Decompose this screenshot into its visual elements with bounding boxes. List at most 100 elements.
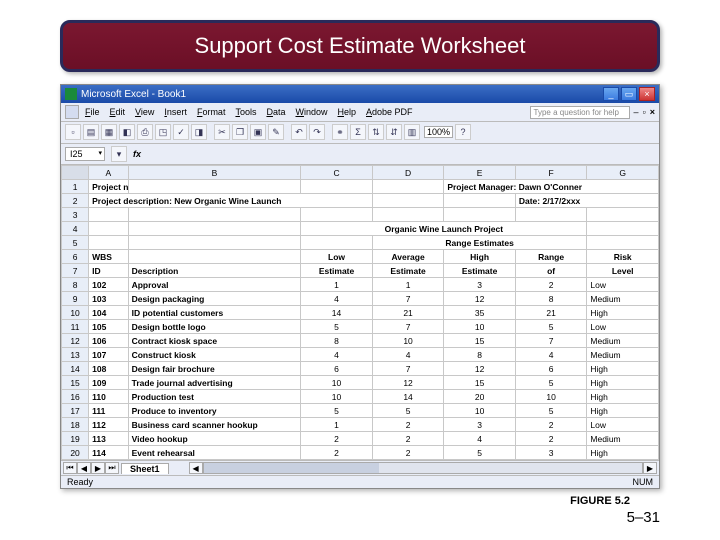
cell[interactable]: 104 xyxy=(89,306,128,320)
cell[interactable]: ID potential customers xyxy=(128,306,301,320)
cell[interactable]: 12 xyxy=(444,362,516,376)
cell[interactable]: 2 xyxy=(372,432,444,446)
help-input[interactable]: Type a question for help xyxy=(530,106,630,119)
cell[interactable]: Low xyxy=(587,418,659,432)
row-header[interactable]: 14 xyxy=(62,362,89,376)
cell[interactable]: High xyxy=(444,250,516,264)
cell[interactable]: 7 xyxy=(515,334,587,348)
permission-icon[interactable]: ◧ xyxy=(119,124,135,140)
sheet-tab[interactable]: Sheet1 xyxy=(121,463,169,474)
menu-adobe-pdf[interactable]: Adobe PDF xyxy=(361,106,418,118)
cell[interactable]: Produce to inventory xyxy=(128,404,301,418)
cell[interactable]: 103 xyxy=(89,292,128,306)
menu-help[interactable]: Help xyxy=(333,106,362,118)
cell[interactable]: 4 xyxy=(301,292,373,306)
cell[interactable]: 5 xyxy=(515,404,587,418)
cell[interactable]: Range xyxy=(515,250,587,264)
cell[interactable]: 2 xyxy=(515,278,587,292)
cell[interactable]: 2 xyxy=(301,432,373,446)
col-header-F[interactable]: F xyxy=(515,166,587,180)
cell[interactable]: High xyxy=(587,390,659,404)
row-header[interactable]: 8 xyxy=(62,278,89,292)
cell[interactable]: 106 xyxy=(89,334,128,348)
cell[interactable]: 3 xyxy=(515,446,587,460)
cell[interactable]: 3 xyxy=(444,278,516,292)
cell[interactable] xyxy=(128,222,301,236)
menu-window[interactable]: Window xyxy=(290,106,332,118)
cell[interactable]: Low xyxy=(301,250,373,264)
cell[interactable] xyxy=(587,208,659,222)
scroll-right-icon[interactable]: ▶ xyxy=(643,462,657,474)
row-header[interactable]: 6 xyxy=(62,250,89,264)
tab-nav-first-icon[interactable]: ⏮ xyxy=(63,462,77,474)
cell[interactable]: 20 xyxy=(444,390,516,404)
row-header[interactable]: 10 xyxy=(62,306,89,320)
cell[interactable]: 14 xyxy=(372,390,444,404)
cell[interactable]: Business card scanner hookup xyxy=(128,418,301,432)
cell[interactable] xyxy=(89,208,128,222)
cell[interactable]: Trade journal advertising xyxy=(128,376,301,390)
menu-format[interactable]: Format xyxy=(192,106,231,118)
tab-nav-last-icon[interactable]: ⏭ xyxy=(105,462,119,474)
preview-icon[interactable]: ◳ xyxy=(155,124,171,140)
cell[interactable]: 1 xyxy=(301,278,373,292)
cell[interactable]: Estimate xyxy=(372,264,444,278)
cell[interactable]: 5 xyxy=(301,320,373,334)
cell[interactable]: Design bottle logo xyxy=(128,320,301,334)
cell[interactable]: 5 xyxy=(301,404,373,418)
menu-edit[interactable]: Edit xyxy=(105,106,131,118)
cell[interactable]: Medium xyxy=(587,432,659,446)
toolbar-options-icon[interactable]: ▾ xyxy=(111,146,127,162)
new-icon[interactable]: ▫ xyxy=(65,124,81,140)
print-icon[interactable]: ⎙ xyxy=(137,124,153,140)
row-header[interactable]: 17 xyxy=(62,404,89,418)
cell[interactable]: 8 xyxy=(515,292,587,306)
col-header-B[interactable]: B xyxy=(128,166,301,180)
cell[interactable]: ID xyxy=(89,264,128,278)
cell[interactable]: 7 xyxy=(372,362,444,376)
cell[interactable]: 105 xyxy=(89,320,128,334)
cell[interactable] xyxy=(128,180,301,194)
cell[interactable]: 35 xyxy=(444,306,516,320)
maximize-button[interactable]: ▭ xyxy=(621,87,637,101)
cell[interactable]: Project number: 18 xyxy=(89,180,128,194)
cell[interactable]: 10 xyxy=(515,390,587,404)
cell[interactable]: High xyxy=(587,376,659,390)
row-header[interactable]: 1 xyxy=(62,180,89,194)
cell[interactable]: 12 xyxy=(372,376,444,390)
cell[interactable]: 111 xyxy=(89,404,128,418)
menu-tools[interactable]: Tools xyxy=(230,106,261,118)
cell[interactable] xyxy=(372,208,444,222)
cell[interactable] xyxy=(515,208,587,222)
research-icon[interactable]: ◨ xyxy=(191,124,207,140)
cell[interactable]: 4 xyxy=(444,432,516,446)
fx-label[interactable]: fx xyxy=(133,149,141,159)
cell[interactable]: 10 xyxy=(301,376,373,390)
cell[interactable] xyxy=(89,236,128,250)
cell[interactable]: 7 xyxy=(372,292,444,306)
cell[interactable]: Medium xyxy=(587,348,659,362)
cell[interactable]: Design packaging xyxy=(128,292,301,306)
cell[interactable]: WBS xyxy=(89,250,128,264)
cell[interactable]: 2 xyxy=(372,418,444,432)
cell[interactable]: 14 xyxy=(301,306,373,320)
cell[interactable] xyxy=(587,236,659,250)
col-header-A[interactable]: A xyxy=(89,166,128,180)
cell[interactable]: Low xyxy=(587,320,659,334)
cell[interactable]: 10 xyxy=(444,320,516,334)
cell[interactable]: 5 xyxy=(515,376,587,390)
row-header[interactable]: 15 xyxy=(62,376,89,390)
row-header[interactable]: 9 xyxy=(62,292,89,306)
save-icon[interactable]: ▦ xyxy=(101,124,117,140)
spell-icon[interactable]: ✓ xyxy=(173,124,189,140)
cell[interactable] xyxy=(372,194,444,208)
cell[interactable]: Design fair brochure xyxy=(128,362,301,376)
cell[interactable]: Date: 2/17/2xxx xyxy=(515,194,658,208)
close-button[interactable]: × xyxy=(639,87,655,101)
row-header[interactable]: 12 xyxy=(62,334,89,348)
cell[interactable]: 3 xyxy=(444,418,516,432)
cell[interactable]: High xyxy=(587,362,659,376)
minimize-button[interactable]: _ xyxy=(603,87,619,101)
row-header[interactable]: 5 xyxy=(62,236,89,250)
open-icon[interactable]: ▤ xyxy=(83,124,99,140)
